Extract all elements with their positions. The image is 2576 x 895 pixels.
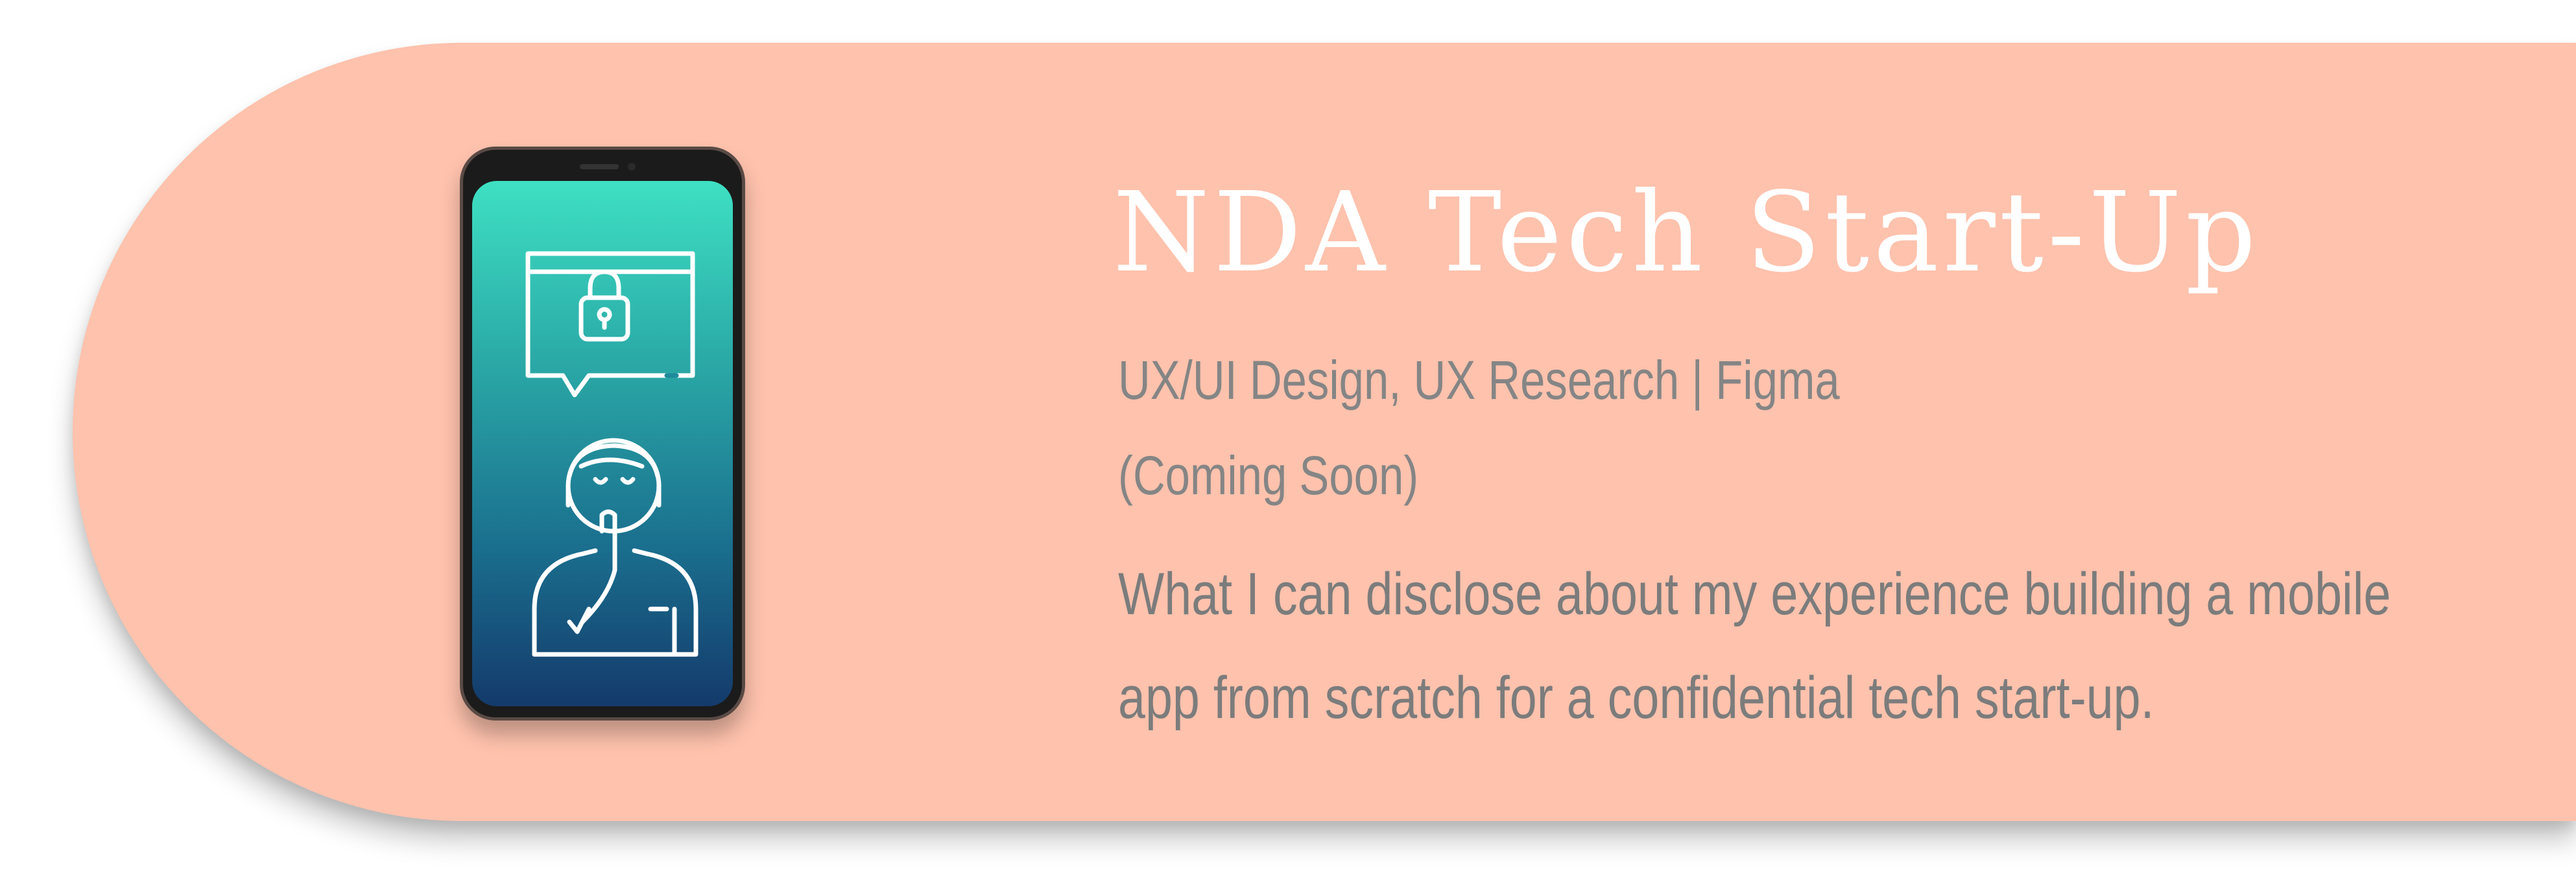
- lock-icon: [578, 269, 630, 342]
- confidential-illustration: [525, 251, 698, 657]
- phone-screen: [472, 181, 733, 706]
- project-title: NDA Tech Start-Up: [1113, 169, 2260, 297]
- person-shushing-icon: [532, 438, 698, 657]
- project-skills: UX/UI Design, UX Research | Figma: [1118, 350, 1840, 411]
- phone-camera: [628, 163, 636, 171]
- project-status: (Coming Soon): [1118, 445, 1419, 506]
- project-card[interactable]: NDA Tech Start-Up UX/UI Design, UX Resea…: [73, 43, 2576, 821]
- phone-speaker: [580, 164, 619, 169]
- project-description: What I can disclose about my experience …: [1118, 561, 2391, 731]
- smartphone-icon: [460, 147, 745, 721]
